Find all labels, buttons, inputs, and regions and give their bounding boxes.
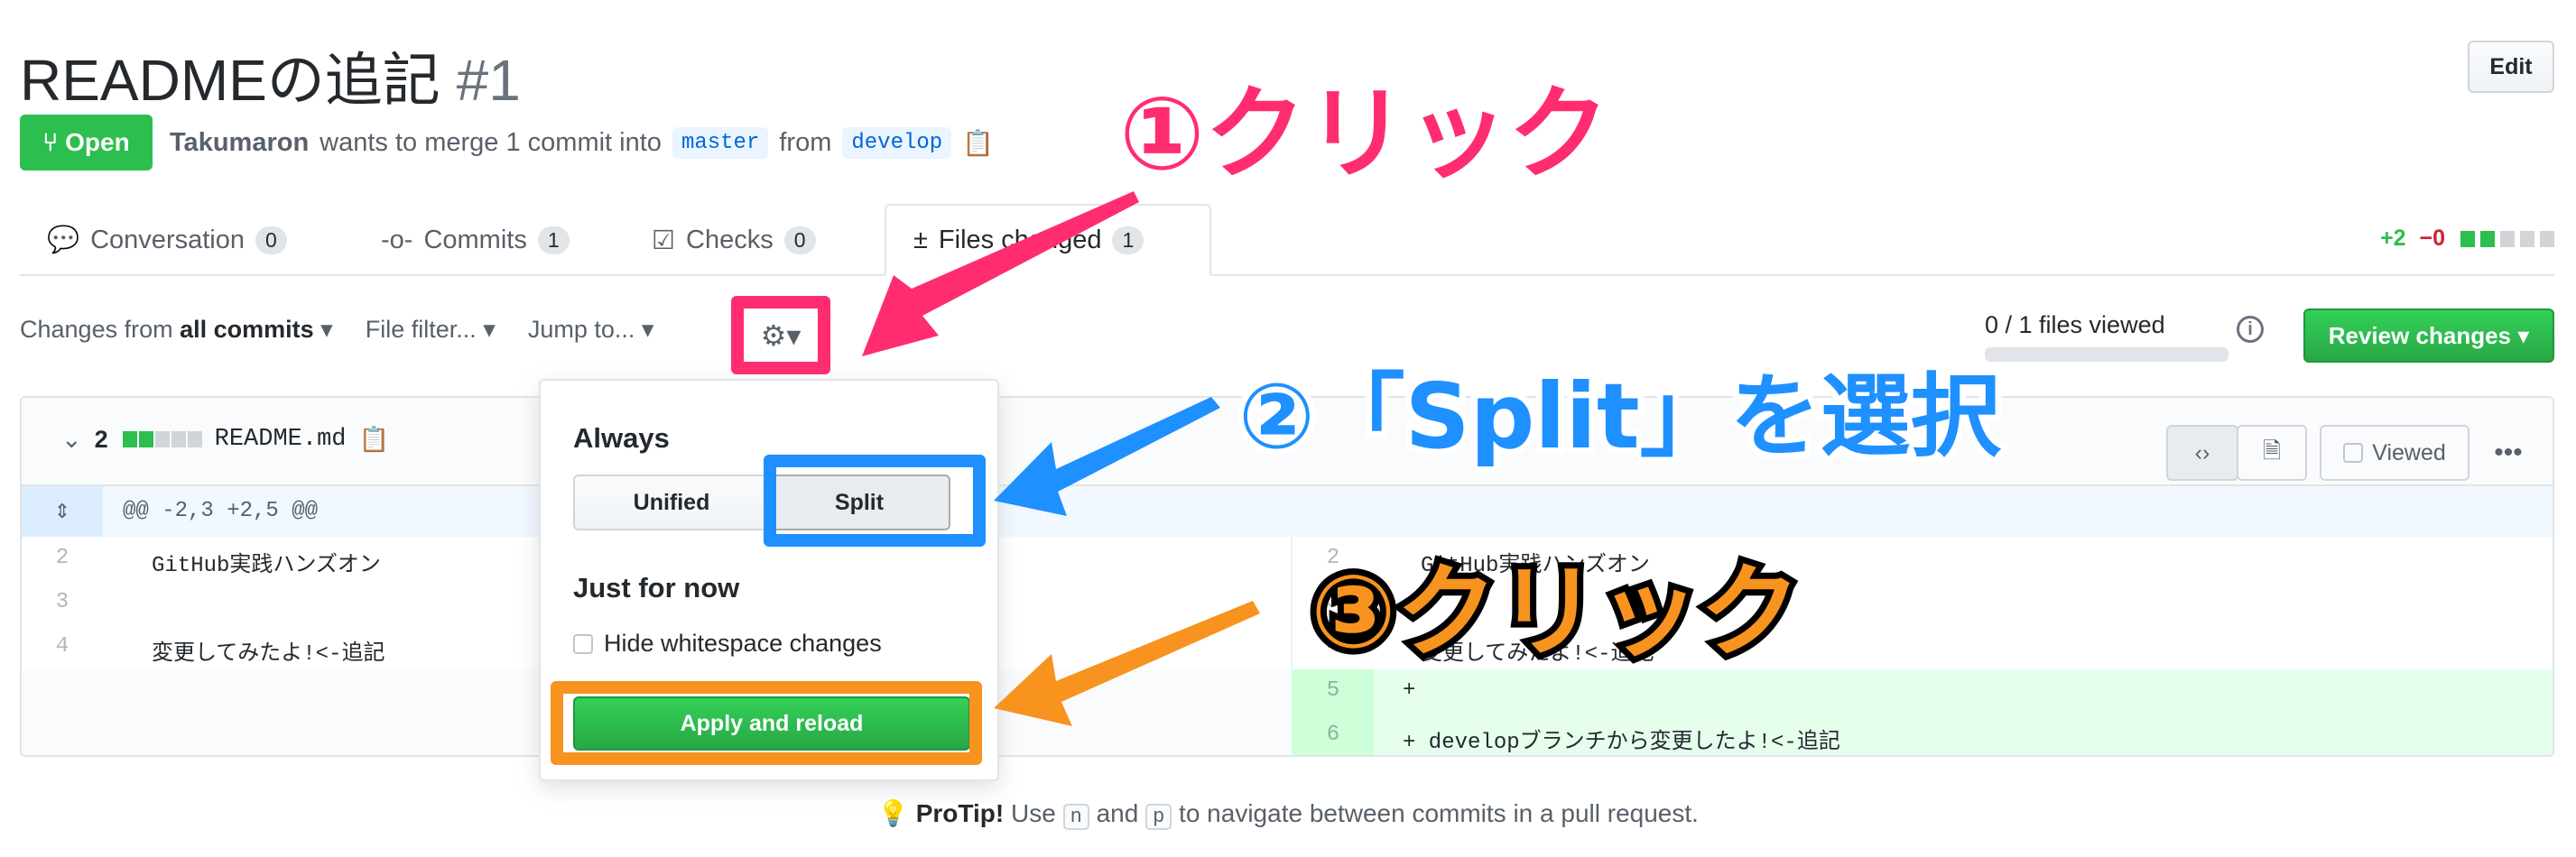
orange-arrow (994, 601, 1260, 726)
blue-arrow (994, 397, 1220, 516)
step3-annotation: ③クリック (1304, 548, 1807, 677)
pink-arrow (862, 191, 1139, 356)
step1-annotation: ①クリック (1113, 69, 1616, 199)
step2-annotation: ②「Split」を選択 (1232, 357, 2007, 475)
